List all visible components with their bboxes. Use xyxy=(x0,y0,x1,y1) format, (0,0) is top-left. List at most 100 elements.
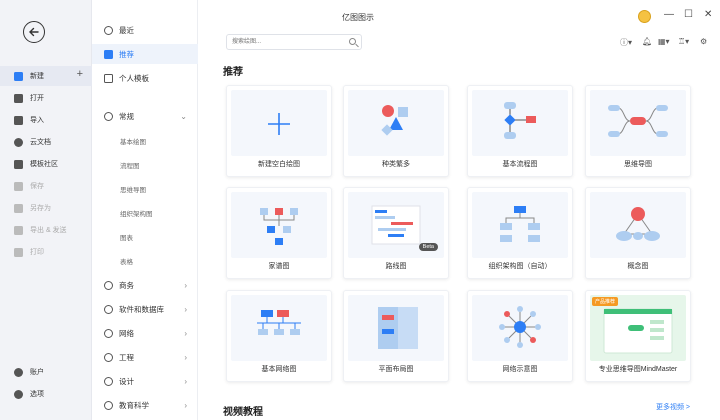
template-card-roadmap[interactable]: Beta 路线图 xyxy=(343,187,449,279)
rail-save-as-label: 另存为 xyxy=(30,205,51,212)
minimize-icon[interactable]: — xyxy=(664,9,674,20)
shapes-illustration xyxy=(381,105,408,136)
rail-community[interactable]: 模板社区 xyxy=(0,154,92,174)
cat-recommend[interactable]: 推荐 xyxy=(92,44,198,64)
card-label: 种类繁多 xyxy=(382,161,410,168)
template-card-network[interactable]: 基本网络图 xyxy=(226,290,332,382)
cat-recent[interactable]: 最近 xyxy=(92,20,198,40)
avatar[interactable] xyxy=(638,10,651,23)
app-title: 亿图图示 xyxy=(342,13,374,22)
cat-network-label: 网络 xyxy=(119,328,134,338)
engineering-icon xyxy=(104,352,113,362)
search-box[interactable] xyxy=(226,34,362,50)
card-thumbnail xyxy=(472,192,568,258)
card-label: 概念图 xyxy=(627,263,649,270)
maximize-icon[interactable]: ☐ xyxy=(684,9,693,20)
template-card-flow[interactable]: 基本流程图 xyxy=(467,85,573,177)
template-card-concept[interactable]: 概念图 xyxy=(585,187,691,279)
recommend-heading: 推荐 xyxy=(223,67,243,78)
template-card-blank[interactable]: 新建空白绘图 xyxy=(226,85,332,177)
card-thumbnail xyxy=(231,295,327,361)
card-thumbnail: Beta xyxy=(348,192,444,258)
shirt-icon[interactable]: ♖▾ xyxy=(678,37,689,46)
apps-icon[interactable]: ▦▾ xyxy=(658,37,670,46)
card-label: 网络示意图 xyxy=(502,366,538,373)
close-icon[interactable]: ✕ xyxy=(704,9,712,20)
sub-org[interactable]: 组织架构图 xyxy=(120,208,153,218)
concept-map-illustration xyxy=(616,207,660,241)
search-icon[interactable] xyxy=(349,38,356,45)
card-thumbnail xyxy=(348,295,444,361)
template-card-family[interactable]: 家谱图 xyxy=(226,187,332,279)
cat-recommend-label: 推荐 xyxy=(119,49,134,59)
business-icon xyxy=(104,280,113,290)
rail-save-as[interactable]: 另存为 xyxy=(0,198,92,218)
rail-new-label: 新建 xyxy=(30,73,44,80)
cat-software-label: 软件和数据库 xyxy=(119,304,164,314)
clock-icon xyxy=(104,25,113,35)
save-as-icon xyxy=(14,203,23,213)
rail-save[interactable]: 保存 xyxy=(0,176,92,196)
template-card-mind[interactable]: 思维导图 xyxy=(585,85,691,177)
network-diagram-illustration xyxy=(257,310,301,335)
rail-options[interactable]: 选项 xyxy=(0,384,92,404)
promo-badge: 产品推荐 xyxy=(592,297,619,306)
template-card-shapes[interactable]: 种类繁多 xyxy=(343,85,449,177)
options-icon xyxy=(14,389,23,399)
more-videos-link[interactable]: 更多视频 > xyxy=(656,402,690,412)
floor-plan-illustration xyxy=(378,307,418,349)
cat-design-label: 设计 xyxy=(119,376,134,386)
cat-software[interactable]: 软件和数据库 › xyxy=(92,299,198,319)
cat-education[interactable]: 教育科学 › xyxy=(92,395,198,415)
template-card-org[interactable]: 组织架构图（自动） xyxy=(467,187,573,279)
sub-flow[interactable]: 流程图 xyxy=(120,160,140,170)
chevron-right-icon: › xyxy=(184,328,187,338)
cat-network[interactable]: 网络 › xyxy=(92,323,198,343)
cat-personal[interactable]: 个人模板 xyxy=(92,68,198,88)
cat-engineering[interactable]: 工程 › xyxy=(92,347,198,367)
save-icon xyxy=(14,181,23,191)
rail-open[interactable]: 打开 xyxy=(0,88,92,108)
bell-icon[interactable]: 🔔︎ xyxy=(642,37,652,46)
rail-save-label: 保存 xyxy=(30,183,44,190)
rail-community-label: 模板社区 xyxy=(30,161,58,168)
sub-basic[interactable]: 基本绘图 xyxy=(120,136,146,146)
search-input[interactable] xyxy=(227,35,339,49)
rail-new[interactable]: 新建 + xyxy=(0,66,92,86)
family-tree-illustration xyxy=(260,208,298,245)
tag-icon xyxy=(104,111,113,121)
education-icon xyxy=(104,400,113,410)
software-icon xyxy=(104,304,113,314)
sub-chart[interactable]: 图表 xyxy=(120,232,133,242)
rail-export[interactable]: 导出 & 发送 xyxy=(0,220,92,240)
category-panel: 最近 推荐 个人模板 常规 ⌄ 基本绘图 流程图 思维导图 组织架构图 图表 表… xyxy=(92,0,198,420)
rail-print[interactable]: 打印 xyxy=(0,242,92,262)
plus-icon[interactable]: + xyxy=(77,68,83,80)
rail-cloud[interactable]: 云文档 xyxy=(0,132,92,152)
gear-icon[interactable]: ⚙ xyxy=(700,37,707,46)
card-thumbnail: 产品推荐 xyxy=(590,295,686,361)
cat-personal-label: 个人模板 xyxy=(119,73,149,83)
plus-icon xyxy=(268,113,290,135)
card-label: 平面布局图 xyxy=(378,366,414,373)
cat-design[interactable]: 设计 › xyxy=(92,371,198,391)
cat-education-label: 教育科学 xyxy=(119,400,149,410)
template-card-promo[interactable]: 产品推荐 专业思维导图MindMaster xyxy=(585,290,691,382)
card-label: 专业思维导图MindMaster xyxy=(598,366,678,373)
template-card-floor[interactable]: 平面布局图 xyxy=(343,290,449,382)
rail-print-label: 打印 xyxy=(30,249,44,256)
template-card-netdiag[interactable]: 网络示意图 xyxy=(467,290,573,382)
card-thumbnail xyxy=(472,295,568,361)
sub-table[interactable]: 表格 xyxy=(120,256,133,266)
rail-cloud-label: 云文档 xyxy=(30,139,51,146)
beta-badge: Beta xyxy=(418,243,438,251)
rail-account[interactable]: 账户 xyxy=(0,362,92,382)
cat-business[interactable]: 商务 › xyxy=(92,275,198,295)
card-thumbnail xyxy=(590,192,686,258)
chevron-right-icon: › xyxy=(184,400,187,410)
sub-mind[interactable]: 思维导图 xyxy=(120,184,146,194)
rail-import[interactable]: 导入 xyxy=(0,110,92,130)
help-icon[interactable]: ⓘ▾ xyxy=(620,37,632,48)
cat-general[interactable]: 常规 ⌄ xyxy=(92,106,198,126)
back-button[interactable] xyxy=(23,21,45,43)
